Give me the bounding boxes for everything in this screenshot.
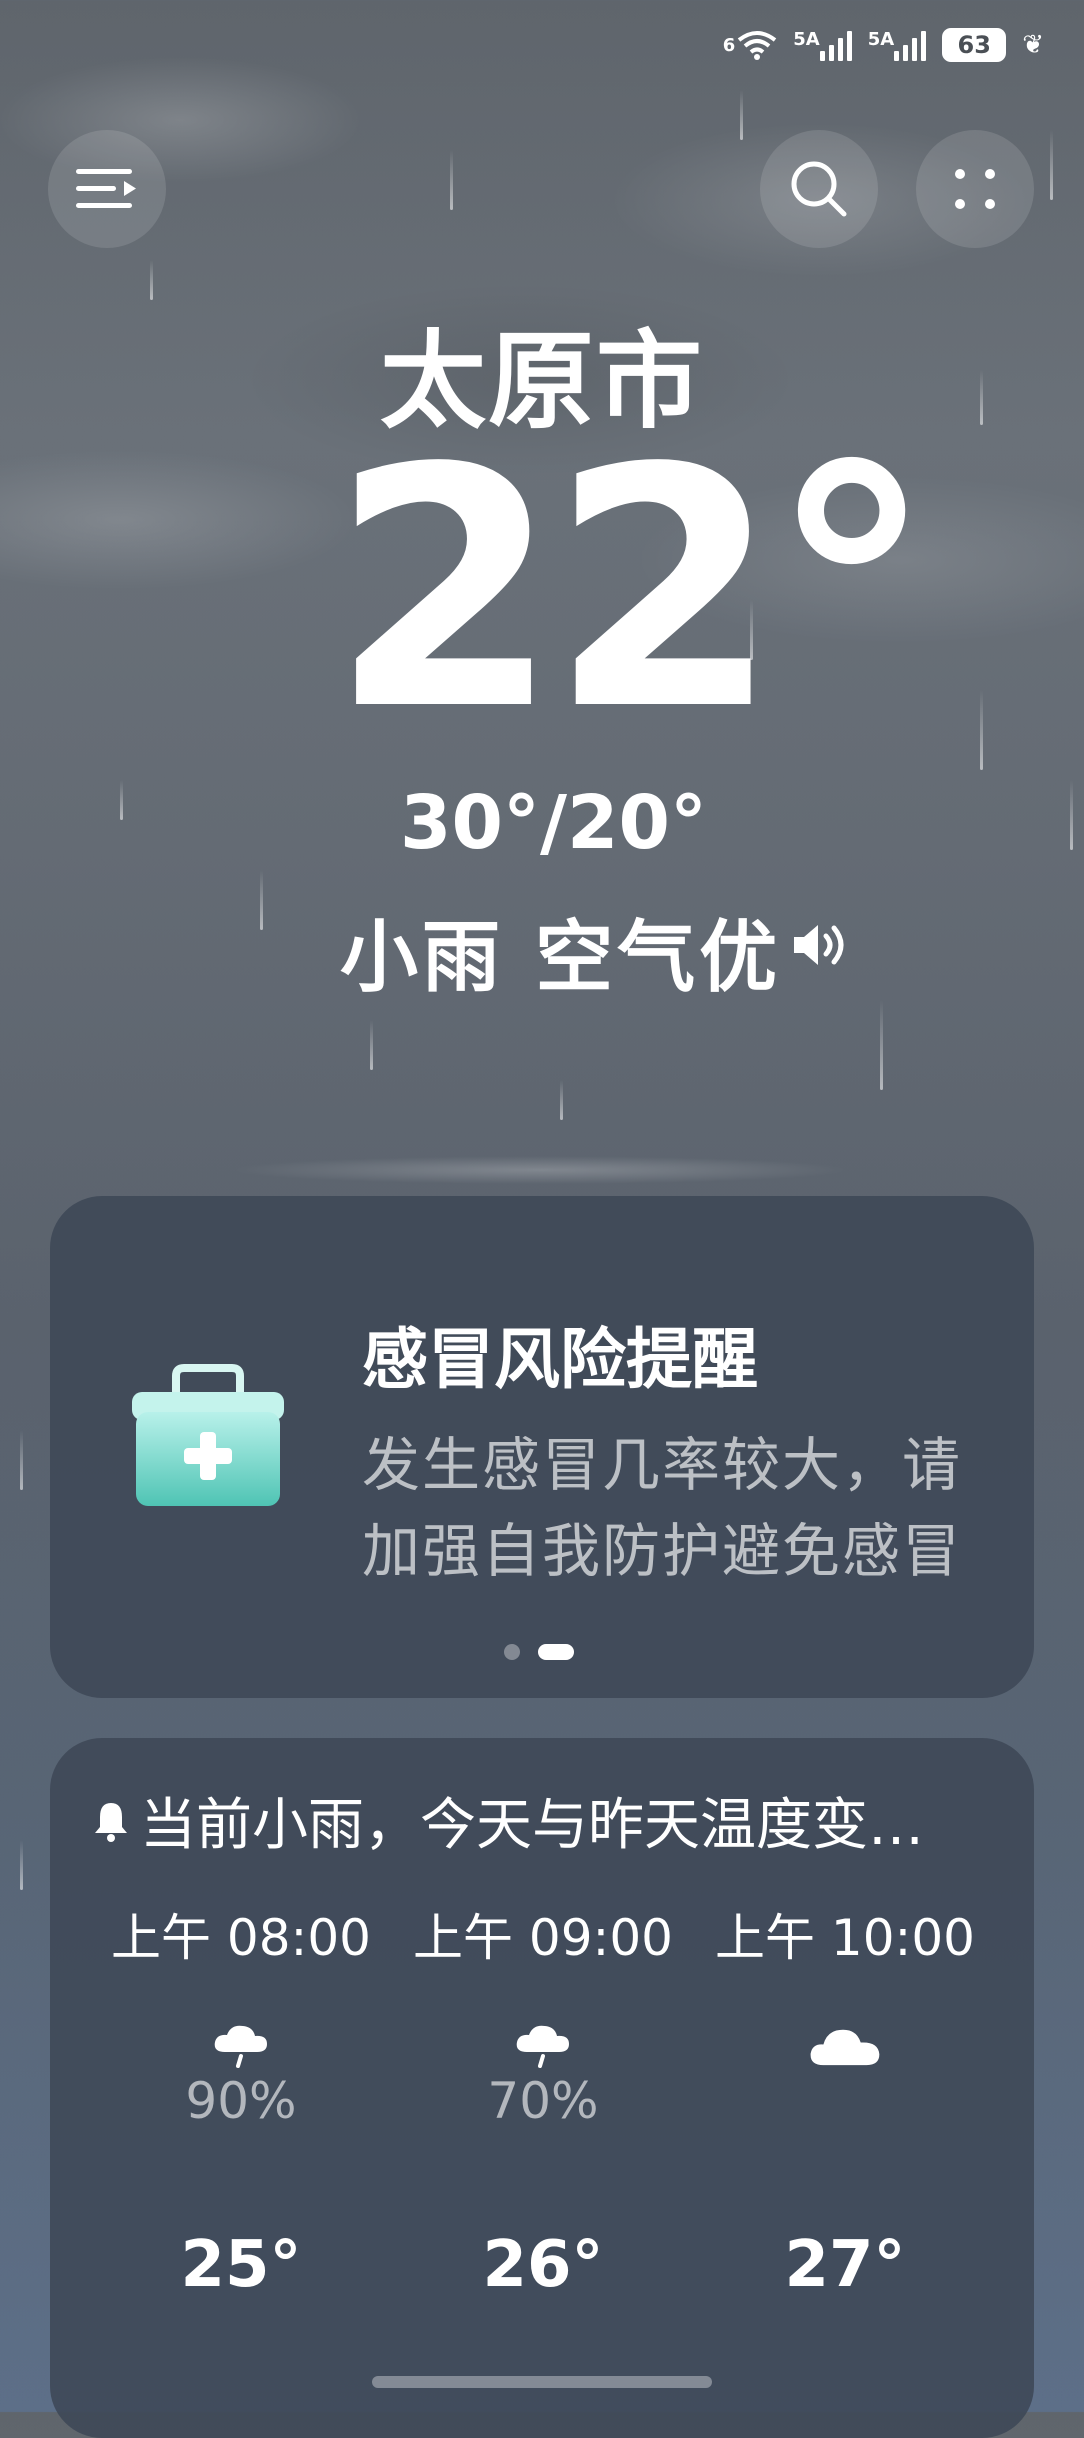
home-indicator[interactable] (372, 2376, 712, 2388)
carousel-dot-active (538, 1644, 574, 1660)
hour-time: 上午 10:00 (715, 1909, 975, 1967)
rain-splash (100, 1140, 980, 1190)
wifi-icon: 6 (723, 30, 778, 60)
more-button[interactable] (916, 130, 1034, 248)
hour-item[interactable]: 上午 08:00 90% 25° (90, 1898, 392, 2302)
menu-icon (76, 169, 136, 208)
cloudy-icon (810, 2029, 880, 2066)
hour-item[interactable]: 上午 09:00 70% 26° (392, 1898, 694, 2302)
hourly-forecast-card[interactable]: 当前小雨，今天与昨天温度变… 上午 08:00 90% 25° 上午 09:00… (50, 1738, 1034, 2438)
medical-kit-icon (132, 1364, 284, 1506)
risk-description-line-2: 加强自我防护避免感冒 (362, 1517, 963, 1585)
precipitation-probability: 90% (185, 2072, 297, 2130)
speaker-button[interactable] (790, 920, 850, 974)
bell-icon (95, 1802, 127, 1842)
hour-time: 上午 08:00 (111, 1909, 371, 1967)
risk-description-line-1: 发生感冒几率较大，请 (362, 1431, 963, 1499)
hour-temperature: 26° (482, 2228, 604, 2302)
status-bar: 6 5A 5A 63 ❦ (723, 28, 1044, 62)
alert-text: 当前小雨，今天与昨天温度变… (140, 1793, 924, 1858)
light-rain-icon (214, 2025, 267, 2068)
high-low-temperature: 30°/20° (400, 780, 707, 866)
leaf-icon: ❦ (1022, 30, 1044, 60)
precipitation-probability: 70% (487, 2072, 599, 2130)
hourly-list: 上午 08:00 90% 25° 上午 09:00 70% 26° 上午 10:… (50, 1898, 1034, 2302)
menu-button[interactable] (48, 130, 166, 248)
cold-risk-card[interactable]: 感冒风险提醒 发生感冒几率较大，请 加强自我防护避免感冒 (50, 1196, 1034, 1698)
weather-alert[interactable]: 当前小雨，今天与昨天温度变… (92, 1780, 924, 1861)
search-button[interactable] (760, 130, 878, 248)
hour-time: 上午 09:00 (413, 1909, 673, 1967)
carousel-indicator (504, 1644, 574, 1660)
grid-dots-icon (955, 169, 995, 209)
signal-sim1-icon: 5A (793, 29, 852, 61)
hour-temperature: 25° (180, 2228, 302, 2302)
battery-indicator: 63 (942, 28, 1007, 62)
hour-item[interactable]: 上午 10:00 27° (694, 1898, 996, 2302)
risk-title: 感冒风险提醒 (362, 1321, 758, 1398)
weather-condition: 小雨 空气优 (340, 913, 782, 1003)
search-icon (791, 161, 847, 217)
current-temperature: 22° (330, 398, 934, 782)
hour-temperature: 27° (784, 2228, 906, 2302)
speaker-icon (794, 925, 844, 965)
carousel-dot (504, 1644, 520, 1660)
signal-sim2-icon: 5A (868, 29, 927, 61)
light-rain-icon (516, 2025, 569, 2068)
